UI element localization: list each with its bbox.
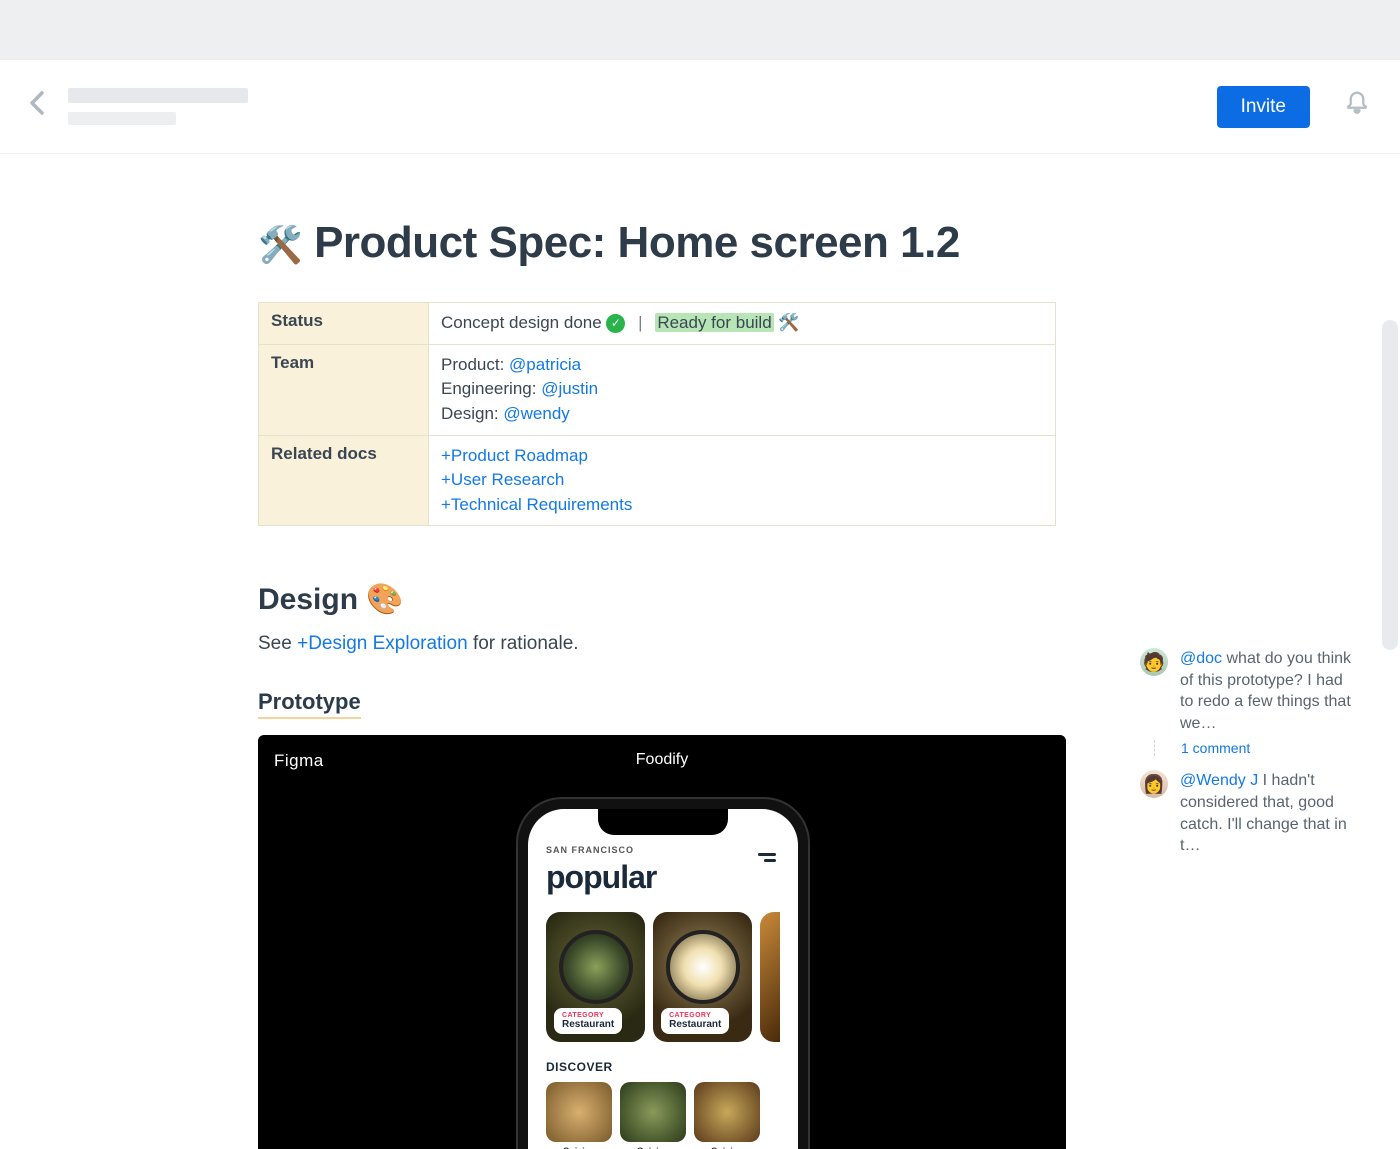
table-row: Related docs +Product Roadmap +User Rese…	[259, 435, 1056, 526]
comment-body: @Wendy J I hadn't considered that, good …	[1180, 770, 1354, 856]
check-circle-icon: ✓	[606, 314, 625, 333]
cuisine-card: Cuisine	[620, 1082, 686, 1149]
mention-link[interactable]: @Wendy J	[1180, 772, 1258, 789]
team-role: Product:	[441, 355, 509, 374]
document-body: 🛠️ Product Spec: Home screen 1.2 Status …	[258, 218, 1072, 1149]
cuisine-card: Cuisine	[546, 1082, 612, 1149]
top-gray-bar	[0, 0, 1400, 60]
para-text: for rationale.	[468, 633, 579, 654]
doc-header: Invite	[0, 60, 1400, 154]
design-paragraph: See +Design Exploration for rationale.	[258, 633, 1072, 655]
hammer-wrench-icon: 🛠️	[258, 224, 302, 265]
food-plate-icon	[559, 930, 633, 1004]
status-text: Concept design done	[441, 313, 602, 332]
chip-category: CATEGORY	[562, 1012, 614, 1019]
row-label: Status	[259, 303, 429, 345]
invite-button[interactable]: Invite	[1217, 86, 1310, 128]
doc-link[interactable]: +Design Exploration	[297, 633, 468, 654]
skeleton-line	[68, 88, 248, 103]
food-plate-icon	[666, 930, 740, 1004]
table-row: Status Concept design done ✓ | Ready for…	[259, 303, 1056, 345]
row-label: Related docs	[259, 435, 429, 526]
cuisine-card: Cuisine	[694, 1082, 760, 1149]
page-title-text: Product Spec: Home screen 1.2	[314, 218, 960, 267]
mention-link[interactable]: @wendy	[503, 404, 569, 423]
chip-name: Restaurant	[562, 1019, 614, 1030]
mention-link[interactable]: @patricia	[509, 355, 581, 374]
comment-body: @doc what do you think of this prototype…	[1180, 648, 1354, 734]
chip-category: CATEGORY	[669, 1012, 721, 1019]
design-heading: Design 🎨	[258, 582, 1072, 617]
figma-topbar: Figma Foodify	[258, 751, 1066, 771]
back-icon[interactable]	[28, 89, 46, 124]
thread-count[interactable]: 1 comment	[1154, 740, 1354, 756]
team-role: Design:	[441, 404, 503, 423]
card-chip: CATEGORY Restaurant	[661, 1008, 729, 1034]
figma-embed[interactable]: Figma Foodify SAN FRANCISCO popular	[258, 735, 1066, 1149]
headline: popular	[546, 859, 780, 896]
discover-heading: DISCOVER	[546, 1060, 780, 1074]
figma-file-title: Foodify	[258, 751, 1066, 769]
cuisine-image	[546, 1082, 612, 1142]
phone-screen: SAN FRANCISCO popular CATEGORY Restauran…	[528, 809, 798, 1149]
phone-notch	[598, 809, 728, 835]
page-title: 🛠️ Product Spec: Home screen 1.2	[258, 218, 1072, 268]
food-card: CATEGORY Restaurant	[546, 912, 645, 1042]
menu-icon	[758, 853, 776, 865]
row-label: Team	[259, 344, 429, 435]
related-docs-cell: +Product Roadmap +User Research +Technic…	[429, 435, 1056, 526]
region-label: SAN FRANCISCO	[546, 845, 780, 855]
phone-mockup: SAN FRANCISCO popular CATEGORY Restauran…	[518, 799, 808, 1149]
info-table: Status Concept design done ✓ | Ready for…	[258, 302, 1056, 526]
mention-link[interactable]: @doc	[1180, 650, 1222, 667]
doc-link[interactable]: +Technical Requirements	[441, 495, 632, 514]
team-cell: Product: @patricia Engineering: @justin …	[429, 344, 1056, 435]
hammer-wrench-icon: 🛠️	[778, 313, 799, 332]
comments-panel: 🧑 @doc what do you think of this prototy…	[1140, 648, 1354, 863]
mention-link[interactable]: @justin	[541, 379, 598, 398]
chip-name: Restaurant	[669, 1019, 721, 1030]
food-card	[760, 912, 780, 1042]
notifications-icon[interactable]	[1342, 89, 1372, 124]
team-role: Engineering:	[441, 379, 541, 398]
cuisine-image	[694, 1082, 760, 1142]
para-text: See	[258, 633, 297, 654]
status-cell: Concept design done ✓ | Ready for build …	[429, 303, 1056, 345]
avatar: 👩	[1140, 770, 1168, 798]
skeleton-line	[68, 112, 176, 125]
title-placeholder	[68, 88, 248, 125]
prototype-heading: Prototype	[258, 689, 361, 719]
avatar: 🧑	[1140, 648, 1168, 676]
table-row: Team Product: @patricia Engineering: @ju…	[259, 344, 1056, 435]
scrollbar[interactable]	[1382, 320, 1398, 650]
comment[interactable]: 👩 @Wendy J I hadn't considered that, goo…	[1140, 770, 1354, 856]
doc-link[interactable]: +User Research	[441, 470, 564, 489]
doc-link[interactable]: +Product Roadmap	[441, 446, 588, 465]
cuisine-image	[620, 1082, 686, 1142]
food-card: CATEGORY Restaurant	[653, 912, 752, 1042]
comment[interactable]: 🧑 @doc what do you think of this prototy…	[1140, 648, 1354, 734]
separator: |	[638, 313, 642, 332]
ready-chip: Ready for build	[655, 313, 773, 332]
card-chip: CATEGORY Restaurant	[554, 1008, 622, 1034]
